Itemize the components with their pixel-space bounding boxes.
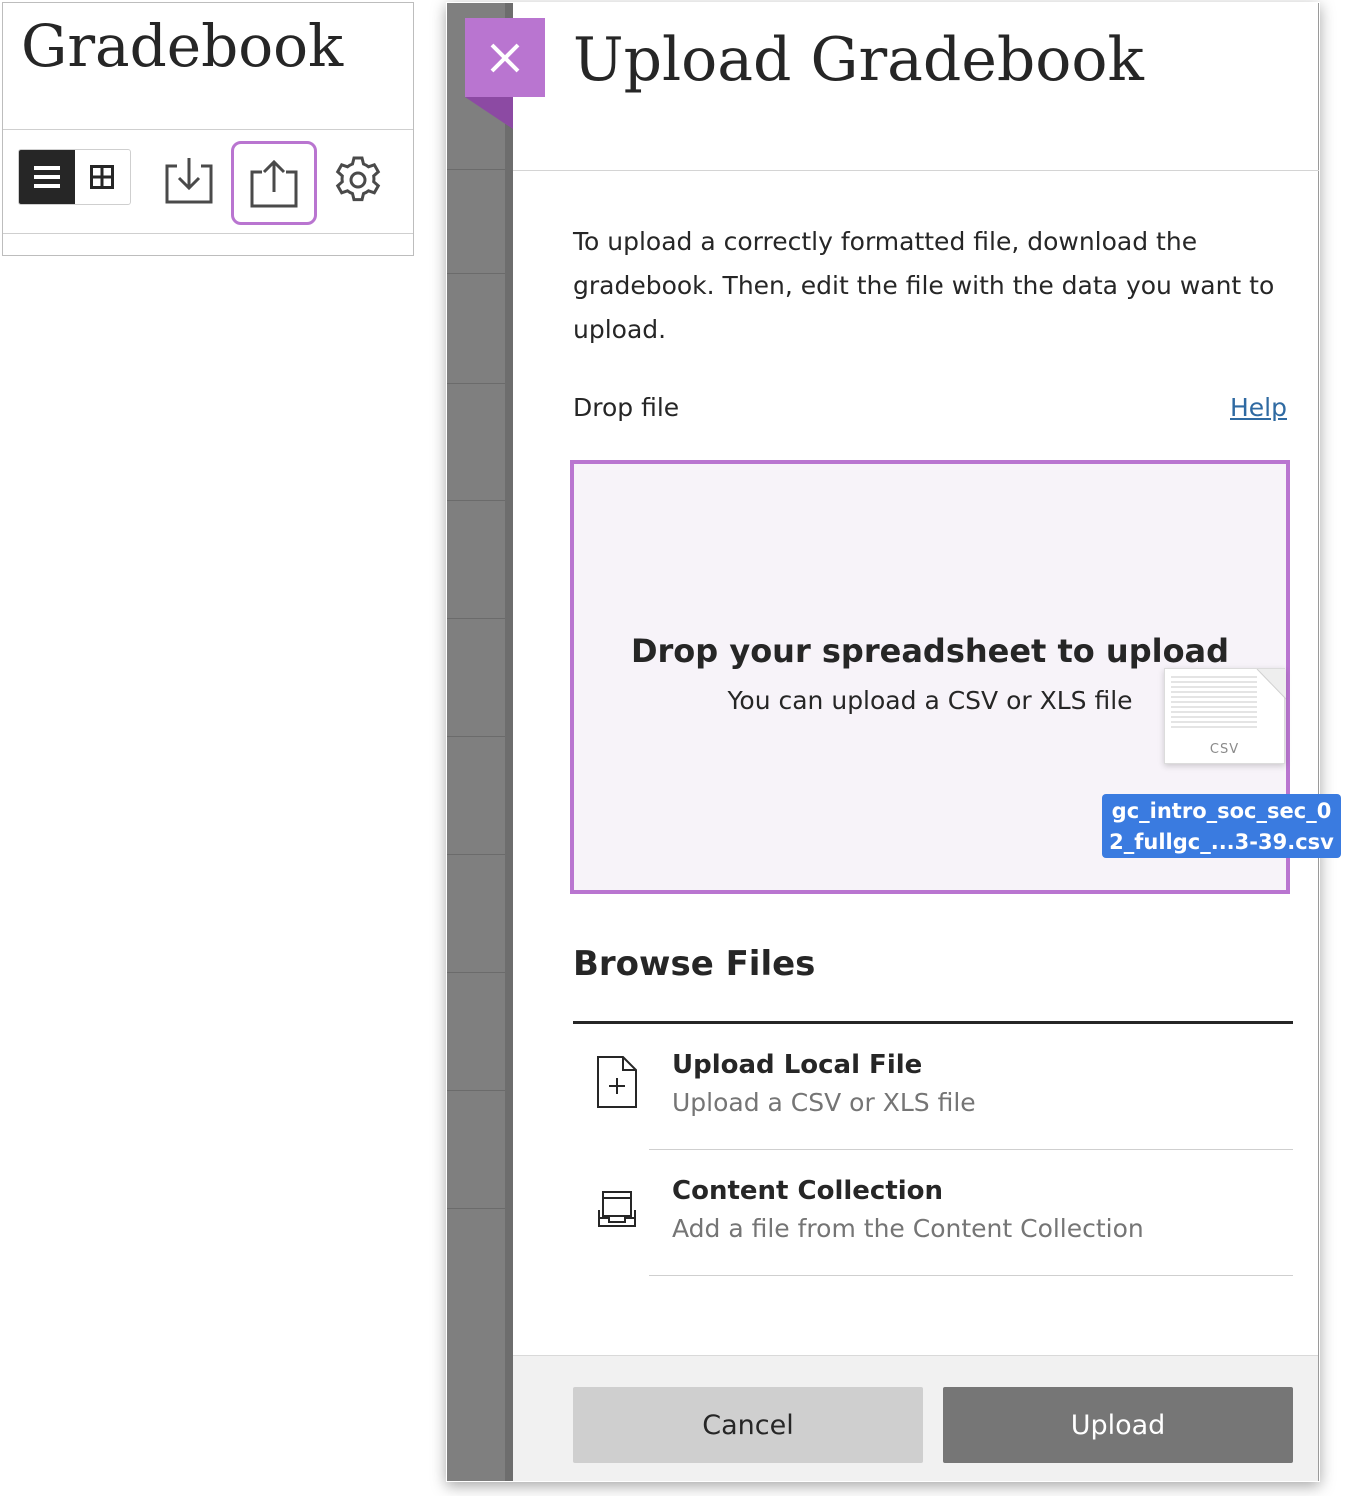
strip-edge bbox=[505, 3, 513, 1481]
option-title: Upload Local File bbox=[672, 1050, 923, 1080]
upload-icon bbox=[250, 159, 298, 208]
upload-local-file-option[interactable]: Upload Local File Upload a CSV or XLS fi… bbox=[573, 1024, 1293, 1150]
content-collection-icon bbox=[598, 1191, 636, 1227]
file-plus-icon bbox=[597, 1056, 637, 1108]
intro-text: To upload a correctly formatted file, do… bbox=[573, 227, 1275, 344]
divider bbox=[447, 273, 513, 274]
divider bbox=[447, 500, 513, 501]
list-view-icon bbox=[33, 166, 60, 188]
dragged-file-name: gc_intro_soc_sec_0 2_fullgc_...3-39.csv bbox=[1102, 794, 1341, 858]
gear-icon bbox=[335, 156, 381, 202]
view-toggle bbox=[18, 149, 131, 205]
grid-view-icon bbox=[90, 165, 115, 189]
file-name-line: 2_fullgc_...3-39.csv bbox=[1109, 830, 1334, 854]
settings-button[interactable] bbox=[330, 152, 386, 208]
divider bbox=[447, 1208, 513, 1209]
help-link[interactable]: Help bbox=[1230, 393, 1287, 422]
drop-file-label: Drop file bbox=[573, 393, 680, 422]
divider bbox=[3, 129, 413, 130]
option-description: Add a file from the Content Collection bbox=[672, 1214, 1144, 1243]
close-button[interactable] bbox=[465, 18, 545, 97]
download-gradebook-button[interactable] bbox=[160, 152, 218, 208]
grid-view-button[interactable] bbox=[75, 150, 131, 204]
file-name-line: gc_intro_soc_sec_0 bbox=[1111, 799, 1332, 823]
divider bbox=[447, 736, 513, 737]
list-view-button[interactable] bbox=[19, 150, 75, 204]
dropzone-title: Drop your spreadsheet to upload bbox=[630, 632, 1230, 670]
divider bbox=[3, 233, 413, 234]
dragged-file-icon[interactable]: CSV bbox=[1164, 668, 1286, 764]
panel-title: Upload Gradebook bbox=[573, 25, 1144, 95]
divider bbox=[447, 169, 513, 170]
divider bbox=[447, 383, 513, 384]
close-icon bbox=[490, 43, 520, 72]
option-title: Content Collection bbox=[672, 1176, 944, 1206]
divider bbox=[649, 1275, 1293, 1276]
header-divider bbox=[513, 170, 1319, 171]
divider bbox=[447, 618, 513, 619]
option-description: Upload a CSV or XLS file bbox=[672, 1088, 976, 1117]
upload-button[interactable]: Upload bbox=[943, 1387, 1293, 1463]
download-icon bbox=[165, 158, 213, 204]
upload-gradebook-button[interactable] bbox=[231, 141, 317, 225]
divider bbox=[447, 1090, 513, 1091]
browse-files-heading: Browse Files bbox=[573, 944, 816, 984]
divider bbox=[447, 854, 513, 855]
content-collection-option[interactable]: Content Collection Add a file from the C… bbox=[573, 1150, 1293, 1276]
file-type-label: CSV bbox=[1209, 742, 1240, 757]
close-button-fold bbox=[465, 97, 513, 129]
cancel-button[interactable]: Cancel bbox=[573, 1387, 923, 1463]
gradebook-title: Gradebook bbox=[21, 12, 344, 80]
background-page-strip bbox=[447, 3, 513, 1481]
divider bbox=[447, 972, 513, 973]
gradebook-toolbar-card: Gradebook bbox=[2, 2, 414, 256]
spreadsheet-thumbnail bbox=[1171, 669, 1286, 728]
